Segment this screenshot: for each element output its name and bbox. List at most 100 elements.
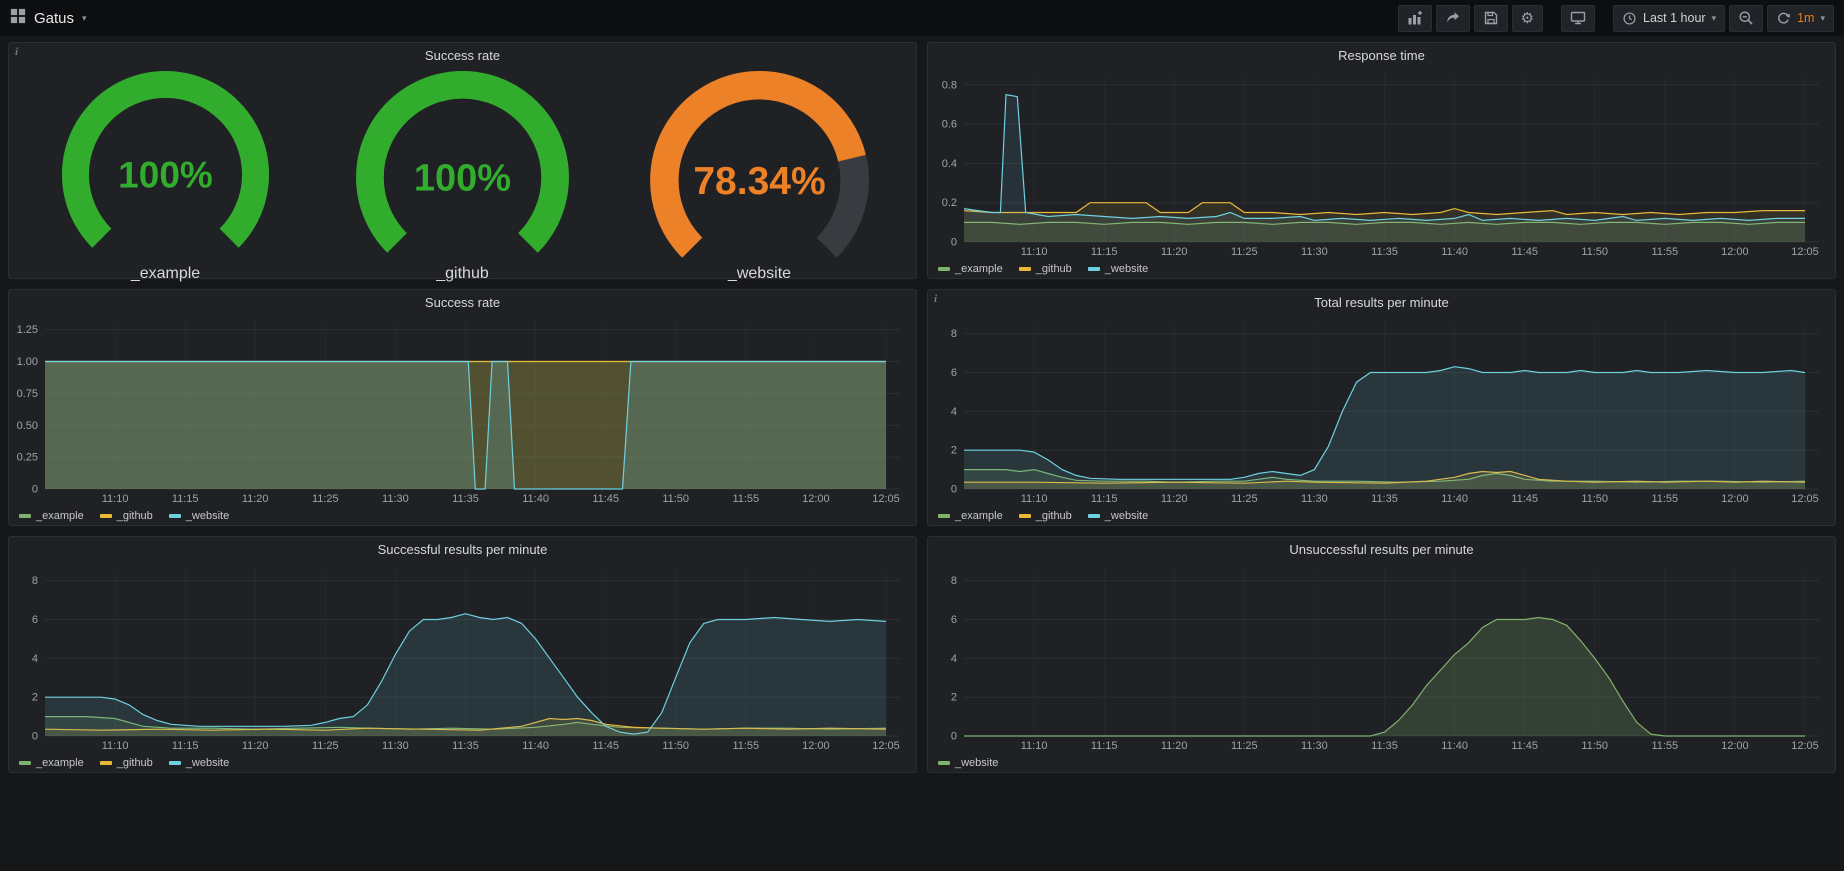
svg-text:11:15: 11:15 [1091,493,1118,505]
legend-item-example[interactable]: _example [19,757,84,769]
legend-color-swatch [100,514,112,518]
refresh-picker[interactable]: 1m ▾ [1767,5,1834,32]
svg-text:11:40: 11:40 [522,493,549,505]
monitor-icon [1570,10,1586,26]
legend-series-name: _github [1036,263,1072,275]
svg-text:11:40: 11:40 [1441,493,1468,505]
legend-item-example[interactable]: _example [938,263,1003,275]
svg-text:11:25: 11:25 [312,740,339,752]
svg-text:0.8: 0.8 [942,79,957,91]
svg-text:11:15: 11:15 [1091,740,1118,752]
legend-series-name: _website [186,757,229,769]
chart-successful-results[interactable]: 11:1011:1511:2011:2511:3011:3511:4011:45… [11,563,910,752]
zoom-out-icon [1738,10,1754,26]
svg-text:12:05: 12:05 [1791,740,1819,752]
time-range-picker[interactable]: Last 1 hour ▾ [1613,5,1725,32]
legend-item-example[interactable]: _example [938,510,1003,522]
dashboard-grid: i Success rate 100% _example 100% _githu… [0,36,1844,779]
legend-item-website[interactable]: _website [169,757,229,769]
panel-unsuccessful-results: Unsuccessful results per minute 11:1011:… [927,536,1836,773]
svg-text:6: 6 [32,614,38,626]
legend-item-github[interactable]: _github [100,510,153,522]
legend-item-website[interactable]: _website [1088,263,1148,275]
svg-text:12:00: 12:00 [1721,740,1749,752]
panel-body: 11:1011:1511:2011:2511:3011:3511:4011:45… [9,314,916,525]
svg-text:11:30: 11:30 [1301,493,1328,505]
dashboard-settings-button[interactable]: ⚙ [1512,5,1543,32]
svg-text:12:00: 12:00 [1721,493,1749,505]
zoom-out-button[interactable] [1729,5,1763,32]
panel-body: 100% _example 100% _github 78.34% _websi… [9,67,916,293]
panel-header: Success rate [9,290,916,314]
legend-item-website[interactable]: _website [1088,510,1148,522]
share-button[interactable] [1436,5,1470,32]
info-icon[interactable]: i [15,46,18,58]
chart-total-results[interactable]: 11:1011:1511:2011:2511:3011:3511:4011:45… [930,316,1829,505]
panel-header: Unsuccessful results per minute [928,537,1835,561]
svg-text:12:00: 12:00 [1721,246,1749,258]
legend-item-github[interactable]: _github [1019,263,1072,275]
legend-item-example[interactable]: _example [19,510,84,522]
panel-body: 11:1011:1511:2011:2511:3011:3511:4011:45… [9,561,916,772]
legend-color-swatch [1088,514,1100,518]
chart-response-time[interactable]: 11:1011:1511:2011:2511:3011:3511:4011:45… [930,69,1829,258]
svg-text:11:10: 11:10 [102,493,129,505]
legend: _example _github _website [938,263,1148,275]
panel-title[interactable]: Total results per minute [1314,295,1448,310]
svg-text:11:40: 11:40 [1441,246,1468,258]
panel-total-results: i Total results per minute 11:10 11:15 11:… [927,289,1836,526]
panel-title[interactable]: Success rate [425,48,500,63]
gauges-container: 100% _example 100% _github 78.34% _websi… [9,67,916,293]
svg-text:11:55: 11:55 [1651,246,1678,258]
dashboard-title: Gatus [34,10,74,27]
legend-series-name: _github [117,510,153,522]
svg-text:11:50: 11:50 [662,740,689,752]
legend-item-website[interactable]: _website [169,510,229,522]
panel-title[interactable]: Successful results per minute [378,542,548,557]
svg-text:11:10: 11:10 [1021,493,1048,505]
refresh-icon [1776,11,1791,26]
svg-text:4: 4 [951,653,957,665]
gauge-label: _example [131,265,200,289]
chevron-down-icon: ▾ [82,13,87,24]
chart-success-rate[interactable]: 11:1011:1511:2011:2511:3011:3511:4011:45… [11,316,910,505]
legend-color-swatch [1019,514,1031,518]
svg-text:11:50: 11:50 [1581,740,1608,752]
panel-title[interactable]: Success rate [425,295,500,310]
svg-text:11:10: 11:10 [102,740,129,752]
refresh-interval-label: 1m [1797,11,1814,25]
panel-header: Successful results per minute [9,537,916,561]
tv-kiosk-button[interactable] [1561,5,1595,32]
gauge-label: _website [728,265,791,289]
navbar-actions: ⚙ Last 1 hour ▾ [1398,5,1834,32]
svg-text:0.6: 0.6 [942,119,957,131]
gauge-example: 100% _example [17,67,314,289]
chart-unsuccessful-results[interactable]: 11:1011:1511:2011:2511:3011:3511:4011:45… [930,563,1829,752]
svg-text:11:30: 11:30 [382,740,409,752]
panel-successful-results: Successful results per minute 11:10 11:15… [8,536,917,773]
gauge-arc: 78.34% [611,67,908,265]
svg-text:8: 8 [951,328,957,340]
legend-item-github[interactable]: _github [1019,510,1072,522]
panel-title[interactable]: Unsuccessful results per minute [1289,542,1473,557]
add-panel-button[interactable] [1398,5,1432,32]
svg-text:11:55: 11:55 [1651,493,1678,505]
gauge-github: 100% _github [314,67,611,289]
save-button[interactable] [1474,5,1508,32]
svg-text:11:35: 11:35 [1371,493,1398,505]
svg-text:11:20: 11:20 [1161,246,1188,258]
svg-text:11:15: 11:15 [172,740,199,752]
dashboard-title-button[interactable]: Gatus ▾ [10,8,87,29]
svg-text:6: 6 [951,367,957,379]
legend-item-github[interactable]: _github [100,757,153,769]
info-icon[interactable]: i [934,293,937,305]
legend-item-website[interactable]: _website [938,757,998,769]
panel-title[interactable]: Response time [1338,48,1425,63]
svg-text:11:55: 11:55 [732,493,759,505]
time-range-label: Last 1 hour [1643,11,1706,25]
panel-body: 11:1011:1511:2011:2511:3011:3511:4011:45… [928,314,1835,525]
svg-text:2: 2 [951,692,957,704]
clock-icon [1622,11,1637,26]
svg-text:0.50: 0.50 [17,420,38,432]
svg-text:11:20: 11:20 [1161,740,1188,752]
